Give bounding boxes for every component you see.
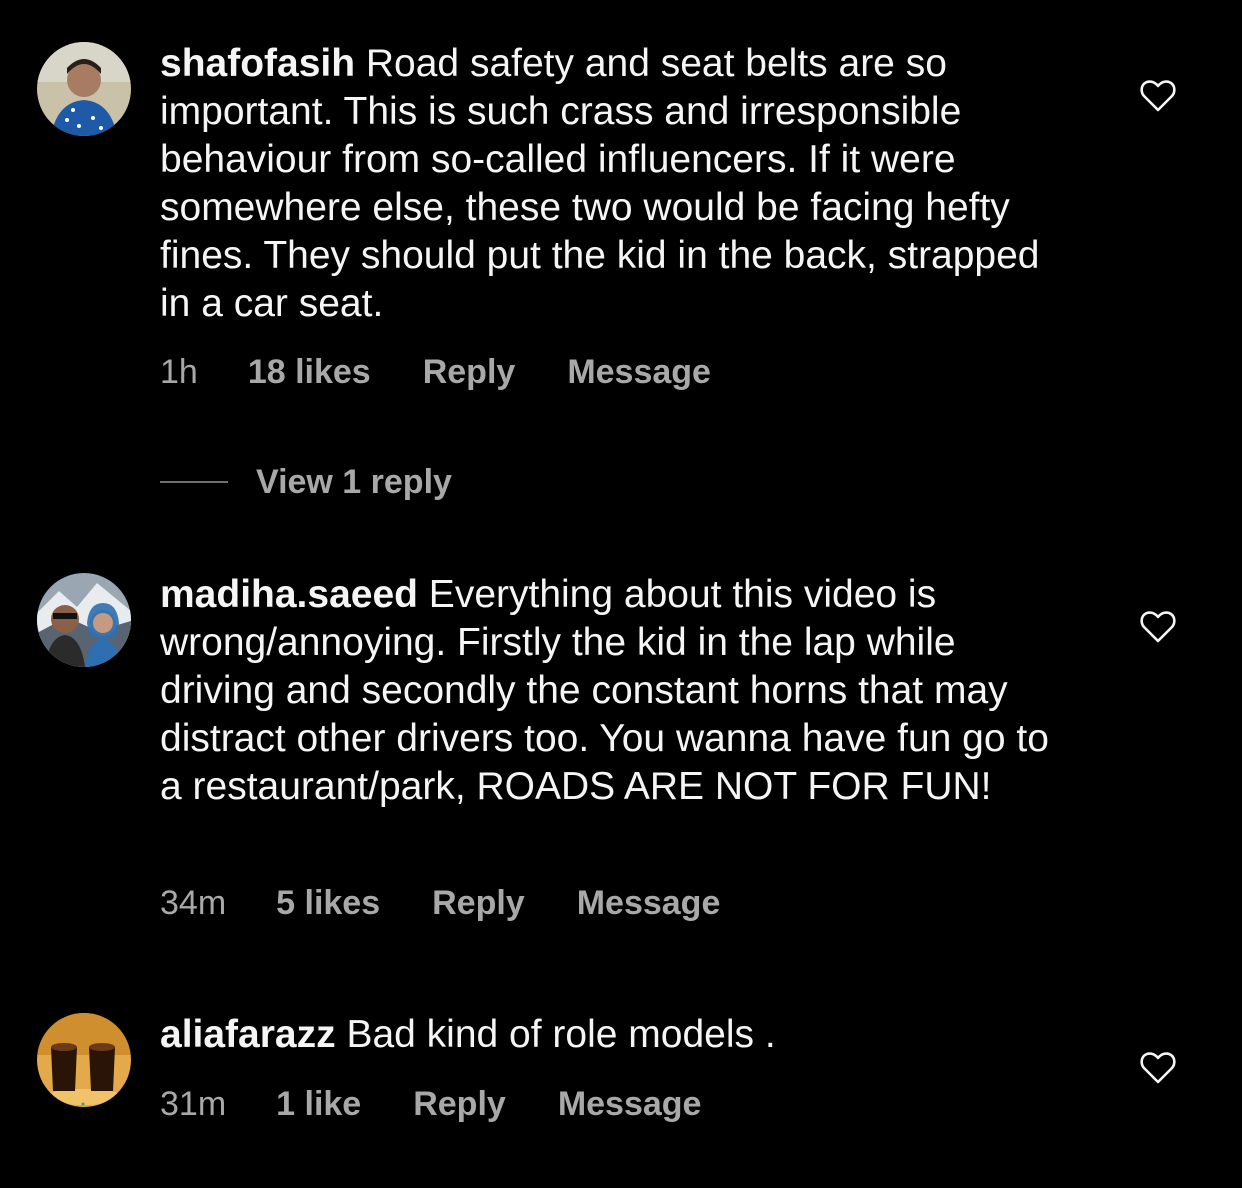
comment-body: aliafarazz Bad kind of role models . [160,1011,1080,1059]
divider-line [160,481,228,483]
reply-button[interactable]: Reply [423,353,516,392]
view-replies-button[interactable]: View 1 reply [160,460,452,504]
timestamp: 31m [160,1084,227,1123]
reply-button[interactable]: Reply [432,884,525,923]
username[interactable]: shafofasih [160,42,355,85]
heart-outline-icon [1140,80,1176,112]
comment-meta: 31m 1 like Reply Message [160,1084,701,1124]
view-replies-label: View 1 reply [256,462,452,501]
avatar-photo-couple-icon [37,573,131,667]
likes-count[interactable]: 1 like [276,1085,361,1124]
username[interactable]: madiha.saeed [160,573,418,616]
message-button[interactable]: Message [567,353,711,392]
comment-meta: 1h 18 likes Reply Message [160,352,711,392]
comment-body: shafofasih Road safety and seat belts ar… [160,40,1080,328]
likes-count[interactable]: 5 likes [276,884,380,923]
timestamp: 1h [160,352,198,391]
comment-body: madiha.saeed Everything about this video… [160,571,1080,811]
heart-outline-icon [1140,1052,1176,1084]
like-button[interactable] [1140,1051,1176,1085]
username[interactable]: aliafarazz [160,1013,336,1056]
reply-button[interactable]: Reply [413,1085,506,1124]
avatar-photo-cups-icon [37,1013,131,1107]
avatar[interactable] [37,1013,131,1107]
avatar-photo-person-icon [37,42,131,136]
likes-count[interactable]: 18 likes [248,353,371,392]
like-button[interactable] [1140,610,1176,644]
comment-text: Bad kind of role models . [335,1013,776,1056]
message-button[interactable]: Message [558,1085,702,1124]
timestamp: 34m [160,883,227,922]
message-button[interactable]: Message [577,884,721,923]
heart-outline-icon [1140,611,1176,643]
avatar[interactable] [37,573,131,667]
like-button[interactable] [1140,79,1176,113]
comment-meta: 34m 5 likes Reply Message [160,883,720,923]
avatar[interactable] [37,42,131,136]
